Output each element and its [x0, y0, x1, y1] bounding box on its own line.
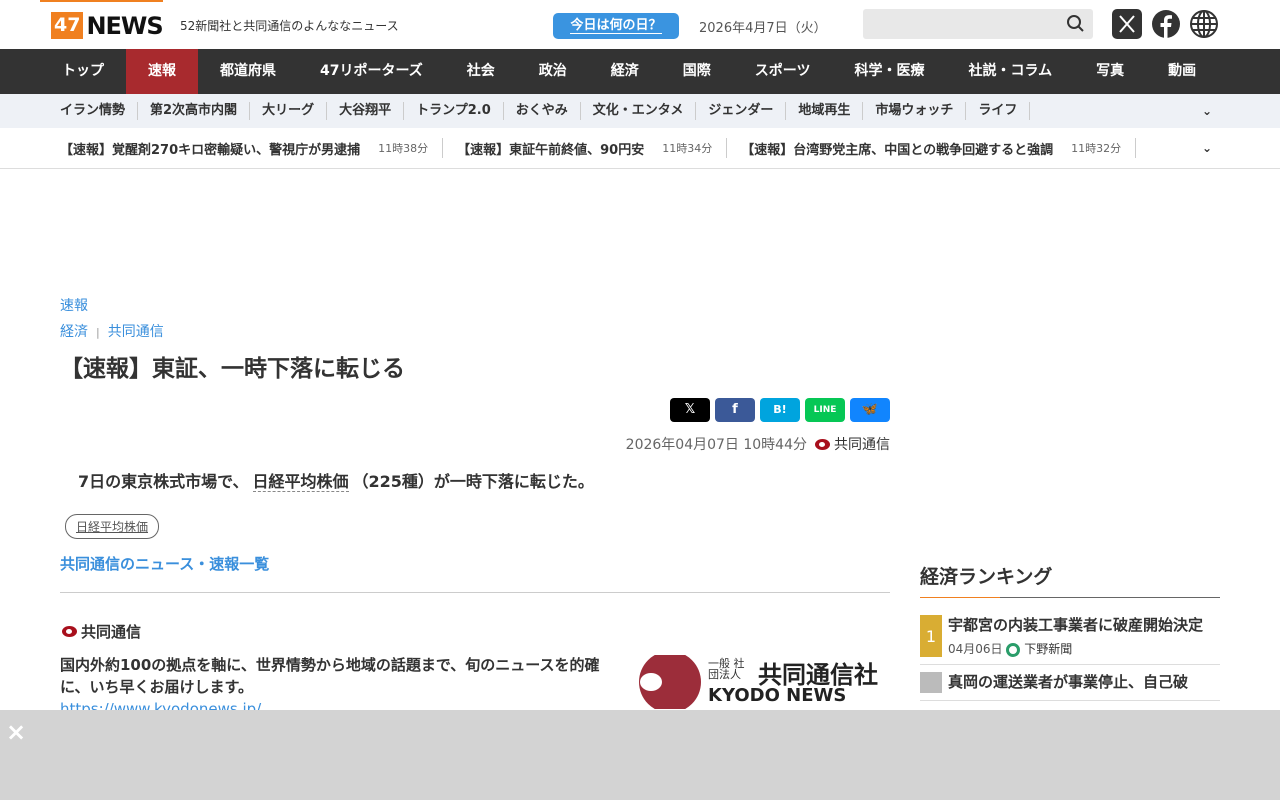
tagline: 52新聞社と共同通信のよんななニュース	[180, 19, 399, 33]
ticker-item[interactable]: 【速報】台湾野党主席、中国との戦争回避すると強調 11時32分	[741, 138, 1137, 158]
ranking-item-meta: 04月06日 下野新聞	[948, 640, 1203, 657]
body-text: （225種）が一時下落に転じた。	[352, 472, 594, 491]
topic-item[interactable]: おくやみ	[504, 102, 581, 120]
kyodo-logo-icon	[815, 438, 830, 450]
chevron-down-icon[interactable]: ⌄	[1202, 141, 1212, 155]
logo-number: 47	[51, 12, 84, 39]
main-nav: トップ 速報 都道府県 47リポーターズ 社会 政治 経済 国際 スポーツ 科学…	[0, 49, 1280, 94]
nav-top[interactable]: トップ	[40, 49, 126, 94]
today-label: 今日は何の日？	[570, 18, 662, 34]
news-list-link: 共同通信のニュース・速報一覧	[60, 553, 890, 593]
breadcrumb: 経済 | 共同通信	[60, 324, 164, 340]
ticker-title: 【速報】東証午前終値、90円安	[457, 142, 645, 158]
topic-item[interactable]: ジェンダー	[696, 102, 787, 120]
logo-text: NEWS	[86, 11, 163, 40]
share-hatena-button[interactable]: B!	[760, 398, 800, 422]
news-list-link-text[interactable]: 共同通信のニュース・速報一覧	[60, 555, 269, 573]
nav-47reporters[interactable]: 47リポーターズ	[298, 49, 445, 94]
current-date: 2026年4月7日（火）	[699, 21, 827, 36]
kyodo-news-logo: 一般 社団法人 共同通信社 KYODO NEWS	[638, 655, 888, 715]
topic-item[interactable]: 市場ウォッチ	[863, 102, 967, 120]
nav-politics[interactable]: 政治	[517, 49, 589, 94]
rank-number: 1	[920, 615, 942, 657]
nav-science[interactable]: 科学・医療	[833, 49, 947, 94]
article-title: 【速報】東証、一時下落に転じる	[60, 356, 405, 382]
nav-prefectures[interactable]: 都道府県	[198, 49, 298, 94]
today-button[interactable]: 今日は何の日？	[553, 13, 679, 39]
globe-icon[interactable]	[1189, 9, 1219, 39]
nav-editorial[interactable]: 社説・コラム	[947, 49, 1075, 94]
share-line-button[interactable]: LINE	[805, 398, 845, 422]
ranking-item-title: 宇都宮の内装工事業者に破産開始決定	[948, 616, 1204, 634]
header: 47 NEWS 52新聞社と共同通信のよんななニュース 今日は何の日？ 2026年…	[0, 0, 1280, 49]
search-input[interactable]	[863, 9, 1093, 39]
ticker-item[interactable]: 【速報】覚醒剤270キロ密輸疑い、警視庁が男逮捕 11時38分	[60, 138, 444, 158]
x-icon[interactable]	[1112, 9, 1142, 39]
ticker-time: 11時34分	[662, 142, 713, 155]
topic-item[interactable]: 文化・エンタメ	[581, 102, 697, 120]
topic-item[interactable]: トランプ2.0	[404, 102, 504, 120]
rank-number	[920, 672, 942, 693]
topic-item[interactable]: 大谷翔平	[327, 102, 405, 120]
subcategory-link[interactable]: 経済	[60, 324, 88, 340]
breaking-ticker: 【速報】覚醒剤270キロ密輸疑い、警視庁が男逮捕 11時38分 【速報】東証午前終…	[0, 128, 1280, 169]
topic-item[interactable]: ライフ	[966, 102, 1031, 120]
ranking-item[interactable]: 真岡の運送業者が事業停止、自己破	[920, 672, 1220, 701]
article-body: 7日の東京株式市場で、 日経平均株価 （225種）が一時下落に転じた。	[60, 468, 890, 492]
topic-item[interactable]: 第2次高市内閣	[138, 102, 251, 120]
chevron-down-icon[interactable]: ⌄	[1202, 104, 1212, 118]
ranking-item[interactable]: 1 宇都宮の内装工事業者に破産開始決定 04月06日 下野新聞	[920, 615, 1220, 665]
ranking-source: 下野新聞	[1024, 642, 1073, 656]
kyodo-badge-icon	[639, 655, 701, 709]
topic-nav: イラン情勢 第2次高市内閣 大リーグ 大谷翔平 トランプ2.0 おくやみ 文化・…	[0, 94, 1280, 128]
ticker-title: 【速報】覚醒剤270キロ密輸疑い、警視庁が男逮捕	[60, 142, 361, 158]
accent-bar	[40, 0, 163, 2]
source-description: 国内外約100の拠点を軸に、世界情勢から地域の話題まで、旬のニュースを的確に、い…	[60, 656, 600, 696]
topic-item[interactable]: 大リーグ	[250, 102, 328, 120]
nav-photos[interactable]: 写真	[1074, 49, 1146, 94]
ticker-title: 【速報】台湾野党主席、中国との戦争回避すると強調	[741, 142, 1054, 158]
category-link[interactable]: 速報	[60, 295, 890, 315]
ranking-title: 経済ランキング	[920, 562, 1220, 598]
search-icon[interactable]	[1066, 14, 1086, 34]
ticker-item[interactable]: 【速報】東証午前終値、90円安 11時34分	[457, 138, 728, 158]
source-link[interactable]: 共同通信	[108, 324, 164, 340]
nav-society[interactable]: 社会	[445, 49, 517, 94]
topic-item[interactable]: イラン情勢	[48, 102, 139, 120]
nav-sports[interactable]: スポーツ	[733, 49, 833, 94]
share-x-button[interactable]: 𝕏	[670, 398, 710, 422]
ranking-item-title: 真岡の運送業者が事業停止、自己破	[948, 673, 1189, 691]
article: 速報 経済 | 共同通信 【速報】東証、一時下落に転じる 𝕏 f B! LINE 🦋…	[60, 295, 890, 718]
share-facebook-button[interactable]: f	[715, 398, 755, 422]
ranking-date: 04月06日	[948, 642, 1003, 656]
share-bluesky-button[interactable]: 🦋	[850, 398, 890, 422]
logo-english: KYODO NEWS	[708, 685, 847, 706]
topic-item[interactable]: 地域再生	[786, 102, 864, 120]
facebook-icon[interactable]	[1151, 9, 1181, 39]
keyword-link[interactable]: 日経平均株価	[252, 472, 349, 492]
shimotsuke-logo-icon	[1006, 642, 1021, 657]
article-source: 共同通信	[834, 437, 890, 453]
article-meta: 2026年04月07日 10時44分 共同通信	[60, 434, 890, 454]
source-name: 共同通信	[81, 623, 142, 641]
close-icon[interactable]: ×	[6, 718, 26, 746]
share-buttons: 𝕏 f B! LINE 🦋	[60, 398, 890, 422]
publish-datetime: 2026年04月07日 10時44分	[625, 437, 807, 453]
ticker-time: 11時32分	[1071, 142, 1122, 155]
nav-international[interactable]: 国際	[661, 49, 733, 94]
logo-small-text: 一般 社団法人	[708, 657, 745, 681]
nav-breaking[interactable]: 速報	[126, 49, 198, 94]
source-heading: 共同通信	[60, 621, 890, 642]
kyodo-logo-icon	[62, 626, 77, 637]
ad-overlay: ×	[0, 710, 1280, 800]
body-text: 7日の東京株式市場で、	[78, 472, 249, 491]
site-logo[interactable]: 47 NEWS	[51, 11, 164, 40]
nav-economy[interactable]: 経済	[589, 49, 661, 94]
ranking-sidebar: 経済ランキング 1 宇都宮の内装工事業者に破産開始決定 04月06日 下野新聞 …	[920, 562, 1220, 701]
ticker-time: 11時38分	[378, 142, 429, 155]
nav-videos[interactable]: 動画	[1146, 49, 1218, 94]
tag-chip[interactable]: 日経平均株価	[65, 514, 160, 539]
